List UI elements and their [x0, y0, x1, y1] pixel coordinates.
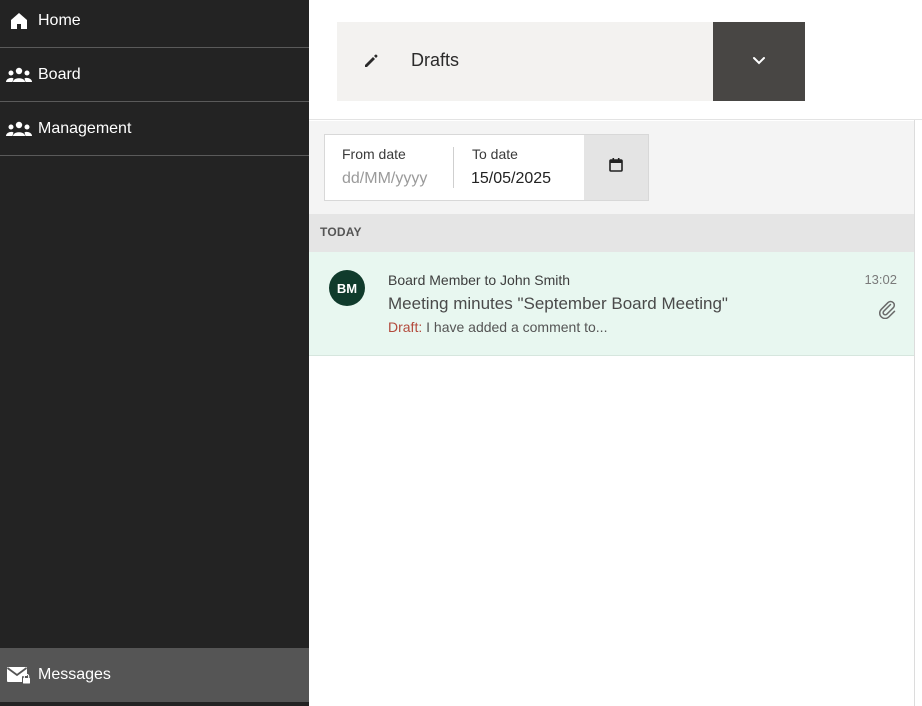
folder-label: Drafts — [411, 50, 460, 70]
calendar-icon — [608, 157, 624, 178]
from-date-field[interactable]: From date dd/MM/yyyy — [325, 135, 453, 200]
sidebar-item-label: Messages — [38, 666, 111, 683]
group-label: TODAY — [320, 225, 362, 239]
to-date-label: To date — [472, 146, 518, 162]
message-time: 13:02 — [864, 272, 897, 287]
message-sender: Board Member to John Smith — [388, 272, 571, 288]
panel-divider — [914, 120, 915, 706]
date-range-filter: From date dd/MM/yyyy To date 15/05/2025 — [324, 134, 649, 201]
message-preview-text: I have added a comment to... — [422, 319, 608, 335]
message-group-header: TODAY — [309, 214, 915, 252]
mail-lock-icon — [0, 665, 38, 685]
to-date-input[interactable]: 15/05/2025 — [471, 170, 551, 188]
paperclip-icon — [877, 299, 897, 320]
group-icon — [0, 67, 38, 83]
group-icon — [0, 121, 38, 137]
folder-header: Drafts — [309, 0, 922, 120]
sidebar-item-board[interactable]: Board — [0, 48, 309, 102]
sidebar-item-home[interactable]: Home — [0, 0, 309, 48]
message-list-item[interactable]: BM Board Member to John Smith Meeting mi… — [309, 252, 915, 356]
avatar: BM — [329, 270, 365, 306]
sidebar-item-label: Management — [38, 119, 132, 137]
draft-tag: Draft: — [388, 319, 423, 335]
sidebar-item-label: Board — [38, 65, 81, 83]
message-preview: Draft: I have added a comment to... — [388, 319, 607, 335]
from-date-label: From date — [342, 146, 406, 162]
sidebar-item-management[interactable]: Management — [0, 102, 309, 156]
chevron-down-icon — [752, 53, 766, 71]
date-divider — [453, 147, 454, 188]
pencil-icon — [363, 53, 379, 69]
app-window: Home Board Management Messages Drafts Fr… — [0, 0, 922, 706]
folder-dropdown[interactable]: Drafts — [337, 22, 805, 101]
date-filter-bar: From date dd/MM/yyyy To date 15/05/2025 — [309, 121, 915, 214]
message-subject: Meeting minutes "September Board Meeting… — [388, 294, 728, 313]
folder-dropdown-toggle[interactable] — [713, 22, 805, 101]
to-date-field[interactable]: To date 15/05/2025 — [455, 135, 583, 200]
calendar-button[interactable] — [584, 135, 648, 200]
sidebar: Home Board Management Messages — [0, 0, 309, 706]
sidebar-bottom-strip — [0, 702, 309, 706]
messages-panel: Drafts From date dd/MM/yyyy To date 15/0… — [309, 0, 922, 706]
from-date-input[interactable]: dd/MM/yyyy — [342, 170, 427, 188]
sidebar-item-messages[interactable]: Messages — [0, 648, 309, 702]
home-icon — [0, 11, 38, 31]
sidebar-item-label: Home — [38, 11, 81, 29]
